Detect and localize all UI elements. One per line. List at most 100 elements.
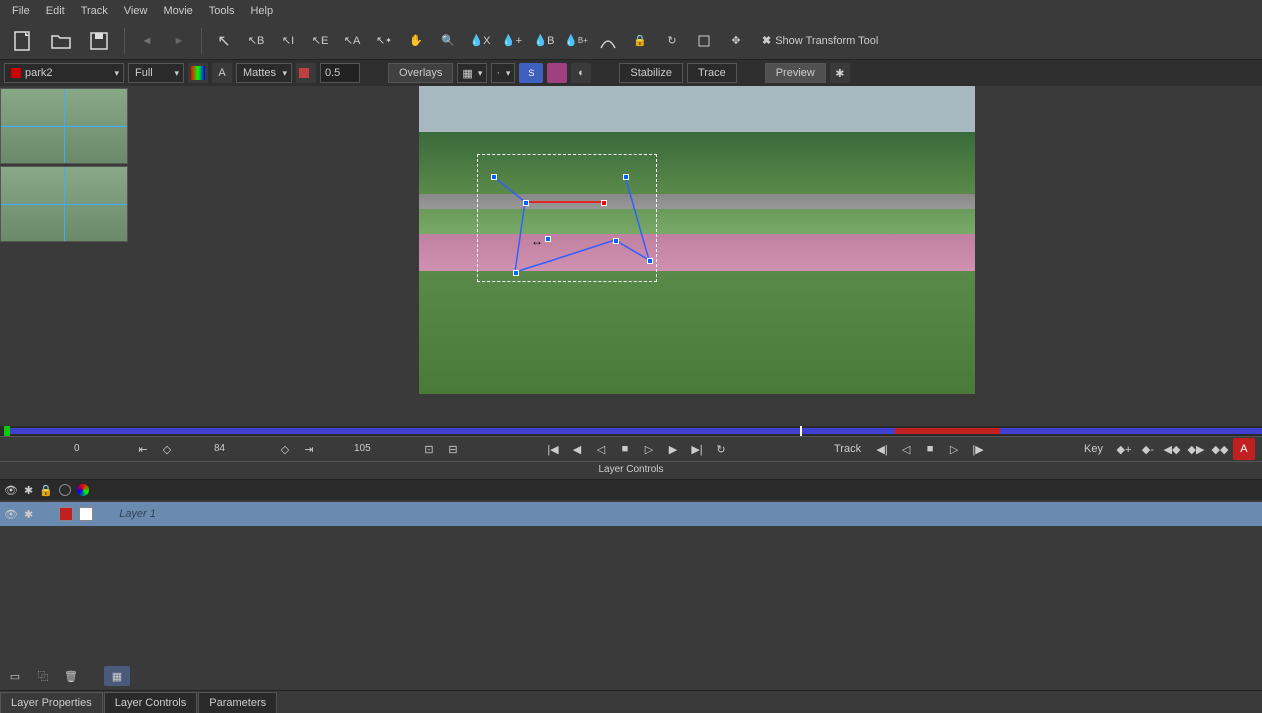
redo-button[interactable]: ► (165, 27, 193, 55)
delete-layer-button[interactable]: 🗑 (60, 666, 82, 686)
layer-color-white[interactable] (79, 507, 93, 521)
zoom-tool[interactable]: 🔍 (434, 27, 462, 55)
drop-b-tool[interactable]: 💧B (530, 27, 558, 55)
tab-layer-controls[interactable]: Layer Controls (104, 692, 198, 713)
move-tool[interactable]: ✥ (722, 27, 750, 55)
rotate-tool[interactable]: ↻ (658, 27, 686, 55)
drop-plus-tool[interactable]: 💧+ (498, 27, 526, 55)
color-icon[interactable] (77, 484, 89, 496)
spline-point[interactable] (613, 238, 619, 244)
curve-tool[interactable] (594, 27, 622, 55)
visibility-icon[interactable]: 👁 (4, 484, 18, 497)
stop-button[interactable]: ■ (614, 438, 636, 460)
goto-end-button[interactable]: ▶| (686, 438, 708, 460)
key-prev-button[interactable]: ◇ (156, 438, 178, 460)
mask-button[interactable]: ◐ (571, 63, 591, 83)
track-step-back-button[interactable]: ◁ (895, 438, 917, 460)
pink-button[interactable] (547, 63, 567, 83)
key-all-button[interactable]: ◆◆ (1209, 438, 1231, 460)
key-add-button[interactable]: ◆+ (1113, 438, 1135, 460)
layer-color-red[interactable] (59, 507, 73, 521)
drop-x-tool[interactable]: 💧X (466, 27, 494, 55)
play-reverse-button[interactable]: ◀ (566, 438, 588, 460)
show-transform-toggle[interactable]: ✖ Show Transform Tool (762, 34, 878, 47)
preview-button[interactable]: Preview (765, 63, 826, 83)
pointer-b-tool[interactable]: ↖B (242, 27, 270, 55)
duplicate-layer-button[interactable]: ⿻ (32, 666, 54, 686)
trace-button[interactable]: Trace (687, 63, 737, 83)
drop-bplus-tool[interactable]: 💧B+ (562, 27, 590, 55)
key-auto-button[interactable]: A (1233, 438, 1255, 460)
open-file-button[interactable] (44, 24, 78, 58)
project-dropdown[interactable]: park2 (4, 63, 124, 83)
layer-row[interactable]: 👁 ✱ Layer 1 (0, 502, 1262, 526)
viewer[interactable]: ↔ (132, 86, 1262, 426)
key-del-button[interactable]: ◆- (1137, 438, 1159, 460)
spline-point[interactable] (623, 174, 629, 180)
spline-point-active[interactable] (601, 200, 607, 206)
play-button[interactable]: ▶ (662, 438, 684, 460)
step-fwd-button[interactable]: ▷ (638, 438, 660, 460)
menu-view[interactable]: View (118, 2, 154, 20)
zoom-in-button[interactable]: ⊡ (418, 438, 440, 460)
group-layer-button[interactable]: ▦ (104, 666, 130, 686)
key-next-button[interactable]: ◇ (274, 438, 296, 460)
key-next2-button[interactable]: ◆▶ (1185, 438, 1207, 460)
track-stop-button[interactable]: ■ (919, 438, 941, 460)
pointer-e-tool[interactable]: ↖E (306, 27, 334, 55)
spline-point[interactable] (647, 258, 653, 264)
pointer-tool[interactable]: ↖ (210, 27, 238, 55)
undo-button[interactable]: ◄ (133, 27, 161, 55)
layer-name[interactable]: Layer 1 (119, 508, 156, 520)
viewer-canvas[interactable]: ↔ (419, 86, 975, 394)
loop-button[interactable]: ↻ (710, 438, 732, 460)
track-step-fwd-button[interactable]: ▷ (943, 438, 965, 460)
visibility-toggle[interactable]: 👁 (4, 508, 18, 521)
rgb-button[interactable] (188, 63, 208, 83)
spline-point[interactable] (523, 200, 529, 206)
new-file-button[interactable] (6, 24, 40, 58)
alpha-button[interactable]: A (212, 63, 232, 83)
set-in-button[interactable]: ⇤ (132, 438, 154, 460)
overlays-button[interactable]: Overlays (388, 63, 453, 83)
scrub-bar[interactable] (0, 426, 1262, 436)
opacity-icon[interactable] (296, 63, 316, 83)
overlay-mode-dropdown[interactable]: ▦ (457, 63, 487, 83)
track-fwd-button[interactable]: |▶ (967, 438, 989, 460)
mattes-dropdown[interactable]: Mattes (236, 63, 292, 83)
lock-icon[interactable]: 🔒 (39, 484, 53, 497)
hand-tool[interactable]: ✋ (402, 27, 430, 55)
pointer-a-tool[interactable]: ↖A (338, 27, 366, 55)
tab-parameters[interactable]: Parameters (198, 692, 277, 713)
key-prev2-button[interactable]: ◀◆ (1161, 438, 1183, 460)
selection-box-outer[interactable] (477, 154, 657, 282)
tab-layer-properties[interactable]: Layer Properties (0, 692, 103, 713)
quality-dropdown[interactable]: Full (128, 63, 184, 83)
thumbnail-1[interactable] (0, 88, 128, 164)
menu-track[interactable]: Track (75, 2, 114, 20)
zoom-out-button[interactable]: ⊟ (442, 438, 464, 460)
track-back-button[interactable]: ◀| (871, 438, 893, 460)
gear-icon[interactable]: ✱ (24, 484, 33, 497)
stabilize-button[interactable]: Stabilize (619, 63, 683, 83)
step-back-button[interactable]: ◁ (590, 438, 612, 460)
menu-tools[interactable]: Tools (203, 2, 241, 20)
lock-tool[interactable]: 🔒 (626, 27, 654, 55)
gear-toggle[interactable]: ✱ (24, 508, 33, 521)
circle-icon[interactable] (59, 484, 71, 496)
menu-file[interactable]: File (6, 2, 36, 20)
spline-point[interactable] (513, 270, 519, 276)
in-point[interactable] (4, 426, 10, 436)
pointer-i-tool[interactable]: ↖I (274, 27, 302, 55)
new-layer-button[interactable]: ▭ (4, 666, 26, 686)
goto-start-button[interactable]: |◀ (542, 438, 564, 460)
menu-help[interactable]: Help (244, 2, 279, 20)
crop-tool[interactable] (690, 27, 718, 55)
thumbnail-2[interactable] (0, 166, 128, 242)
spline-point[interactable] (491, 174, 497, 180)
grid-s-button[interactable]: S (519, 63, 543, 83)
menu-movie[interactable]: Movie (157, 2, 198, 20)
spline-point[interactable] (545, 236, 551, 242)
set-out-button[interactable]: ⇥ (298, 438, 320, 460)
save-file-button[interactable] (82, 24, 116, 58)
